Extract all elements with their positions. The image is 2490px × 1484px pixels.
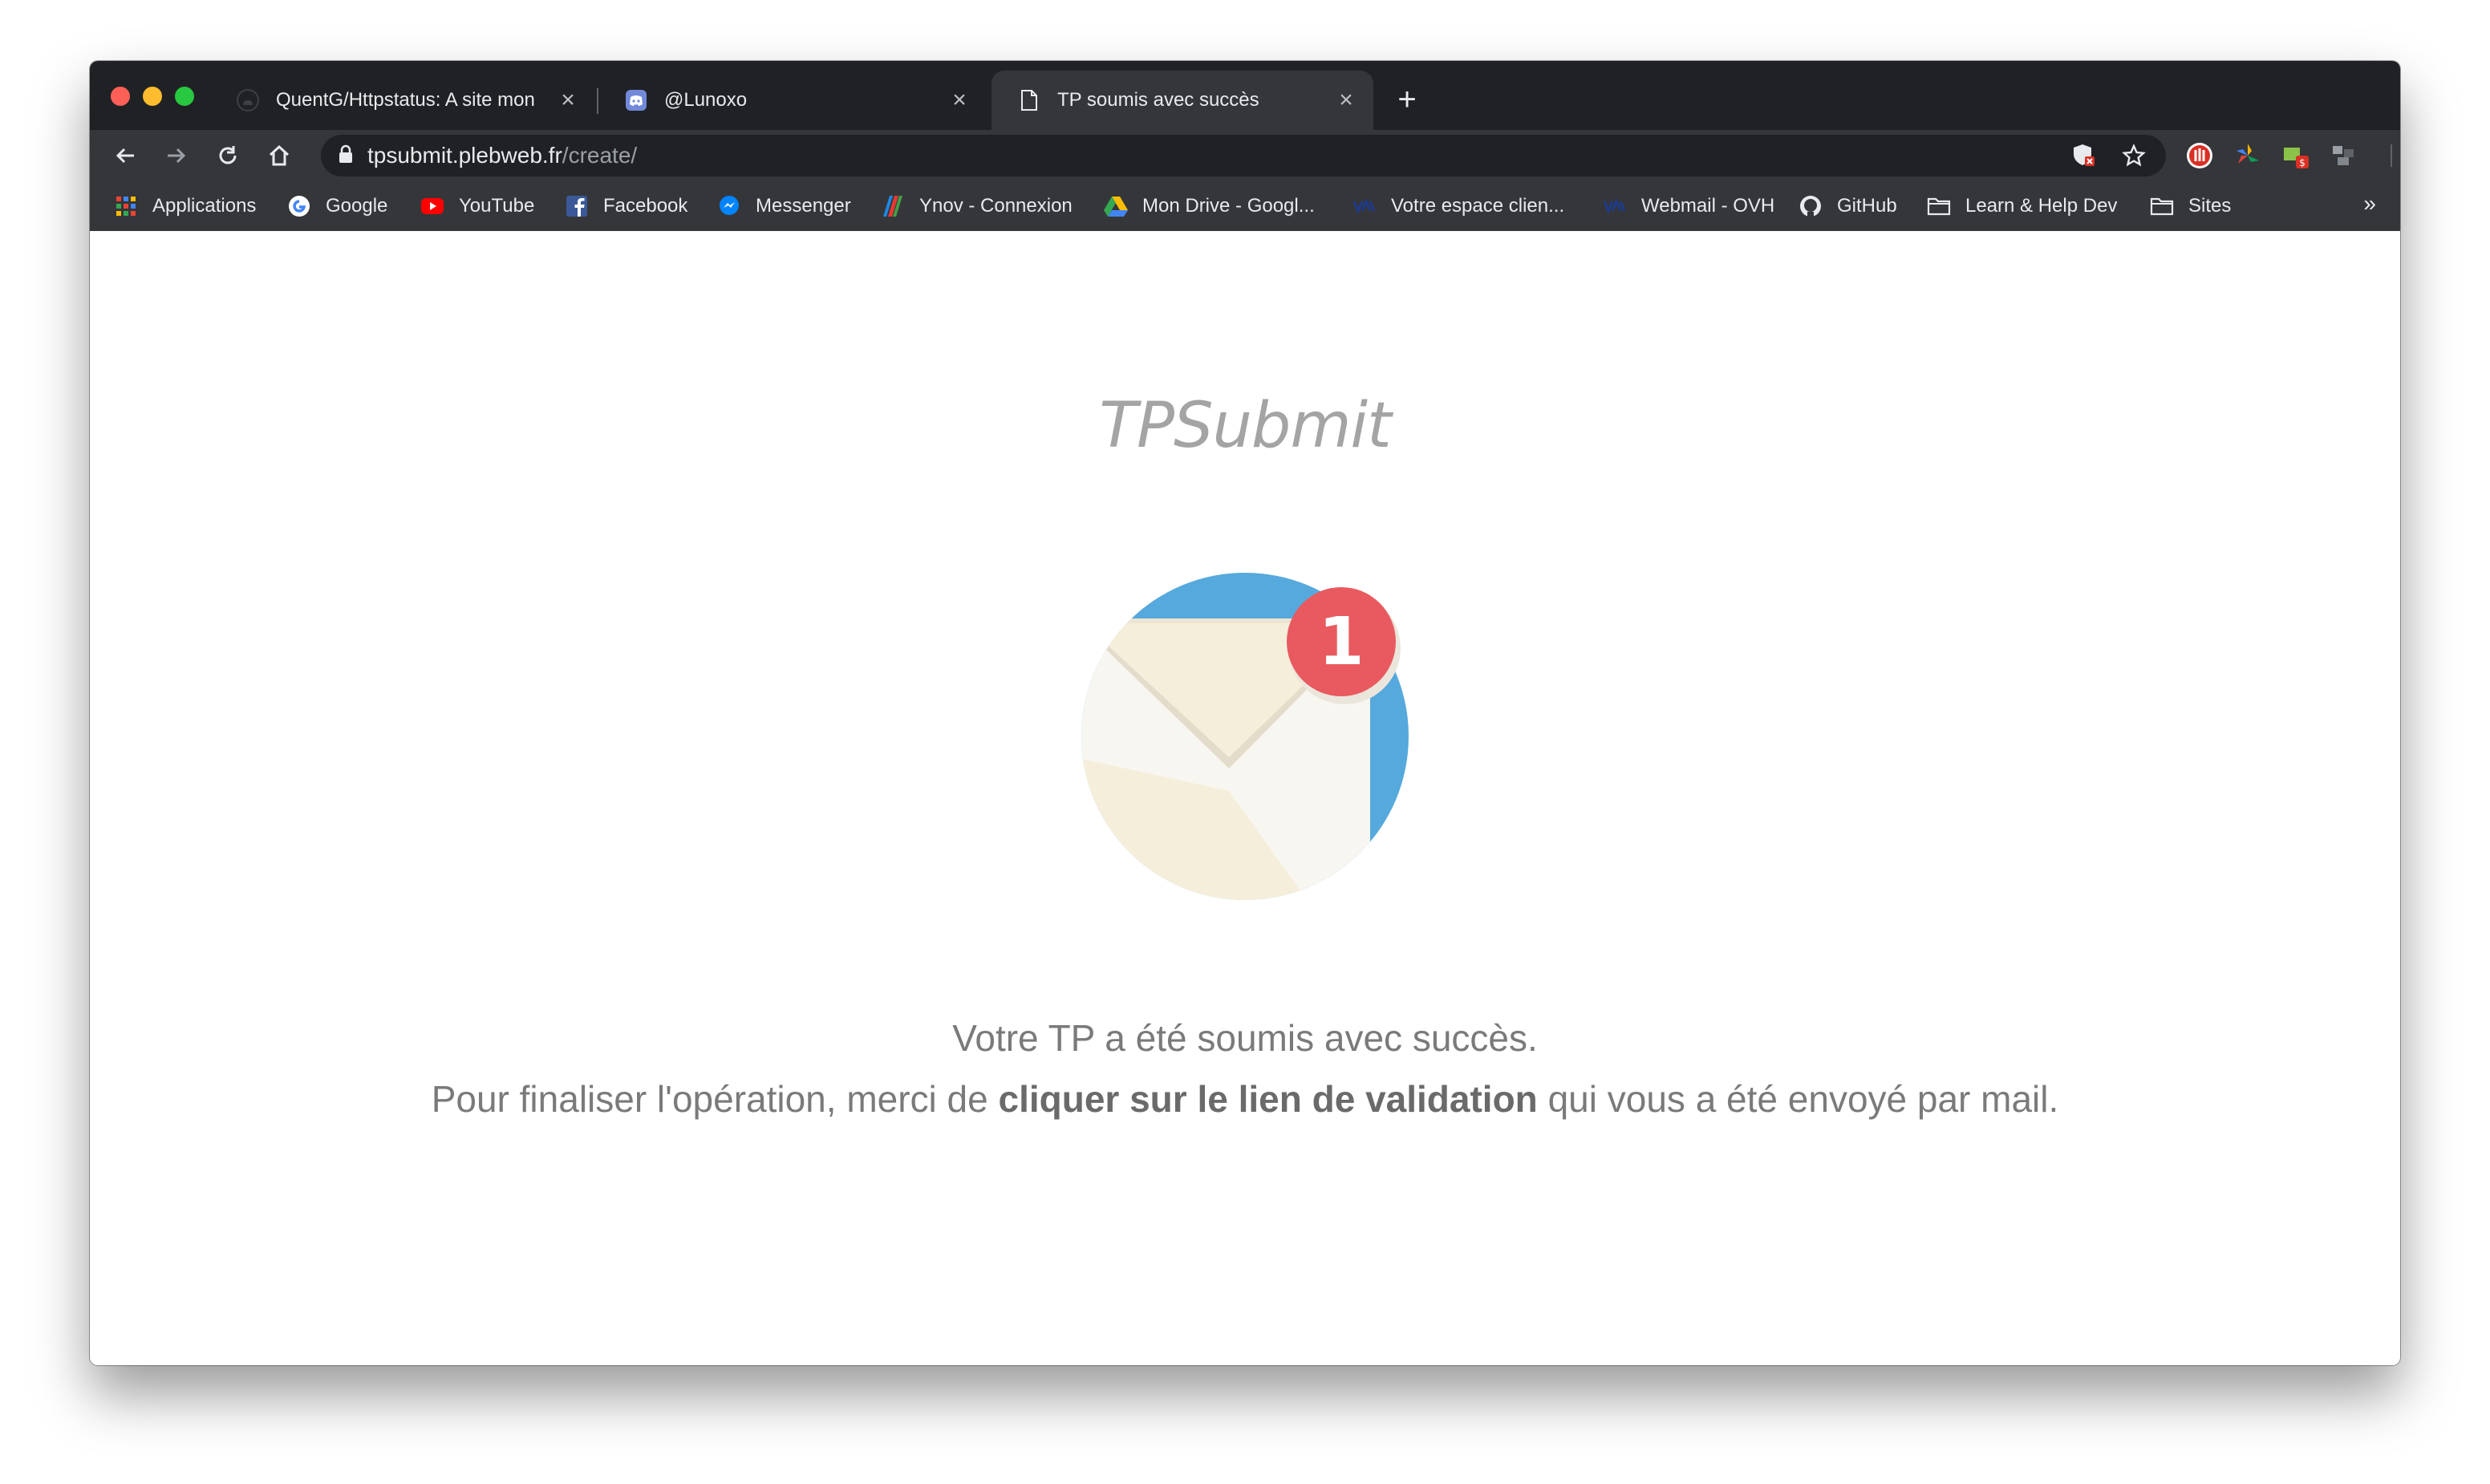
brand-title: TPSubmit	[1099, 390, 1391, 462]
bookmark-google[interactable]: Google	[287, 193, 387, 220]
bookmark-google-drive[interactable]: Mon Drive - Googl...	[1104, 193, 1315, 220]
url-host: tpsubmit.plebweb.fr	[367, 143, 562, 168]
extension-money-icon[interactable]: $	[2280, 140, 2312, 172]
bookmark-folder-sites[interactable]: Sites	[2150, 193, 2231, 220]
bookmark-applications[interactable]: Applications	[114, 193, 256, 220]
bookmark-folder-learn-help-dev[interactable]: Learn & Help Dev	[1927, 193, 2117, 220]
bookmarks-bar: Applications Google YouTube Facebook Mes…	[90, 181, 2400, 232]
bookmark-messenger[interactable]: Messenger	[717, 193, 851, 220]
close-tab-icon[interactable]: ×	[947, 87, 972, 113]
bookmark-label: Google	[326, 195, 388, 217]
reload-button[interactable]	[209, 136, 247, 175]
extension-grid-icon[interactable]	[2328, 140, 2360, 172]
window-minimize-button[interactable]	[143, 87, 162, 106]
google-icon	[287, 194, 311, 218]
notification-count: 1	[1318, 604, 1364, 680]
address-bar[interactable]: tpsubmit.plebweb.fr/create/	[321, 135, 2166, 176]
toolbar: tpsubmit.plebweb.fr/create/ $	[90, 130, 2400, 181]
envelope-illustration: 1	[1069, 558, 1421, 911]
tab-strip: QuentG/Httpstatus: A site mon × @Lunoxo …	[90, 61, 2400, 130]
tab-tp-soumis[interactable]: TP soumis avec succès ×	[992, 71, 1373, 130]
bookmark-github[interactable]: GitHub	[1799, 193, 1897, 220]
reload-icon	[219, 146, 237, 164]
apps-grid-icon	[114, 194, 138, 218]
extension-pinwheel-icon[interactable]	[2232, 140, 2264, 172]
google-drive-icon	[1104, 194, 1128, 218]
close-tab-icon[interactable]: ×	[1333, 87, 1359, 113]
window-maximize-button[interactable]	[175, 87, 194, 106]
bookmark-label: YouTube	[459, 195, 535, 217]
message-line-1: Votre TP a été soumis avec succès.	[952, 1017, 1538, 1059]
home-button[interactable]	[260, 136, 298, 175]
bookmark-label: Webmail - OVH	[1641, 195, 1775, 217]
bookmark-label: Messenger	[756, 195, 851, 217]
bookmark-youtube[interactable]: YouTube	[420, 193, 534, 220]
bookmark-label: Ynov - Connexion	[919, 195, 1073, 217]
message-line-2: Pour finaliser l'opération, merci de cli…	[90, 1068, 2400, 1129]
facebook-icon	[565, 194, 589, 218]
extension-adblock-icon[interactable]	[2184, 140, 2216, 172]
bookmark-label: Learn & Help Dev	[1965, 195, 2118, 217]
tab-title: QuentG/Httpstatus: A site mon	[276, 89, 535, 111]
folder-icon	[2150, 194, 2174, 218]
bookmark-label: Sites	[2188, 195, 2232, 217]
discord-icon	[624, 88, 648, 112]
document-icon	[1017, 88, 1041, 112]
tab-title: TP soumis avec succès	[1057, 89, 1259, 111]
message-text: Pour finaliser l'opération, merci de	[431, 1078, 999, 1120]
github-icon	[1799, 194, 1823, 218]
close-tab-icon[interactable]: ×	[555, 87, 581, 113]
bookmark-facebook[interactable]: Facebook	[565, 193, 687, 220]
ovh-icon	[1603, 194, 1627, 218]
tab-httpstatus[interactable]: QuentG/Httpstatus: A site mon ×	[210, 71, 595, 130]
toolbar-separator	[2391, 144, 2392, 167]
bookmarks-overflow-button[interactable]: »	[2363, 191, 2376, 217]
ovh-icon	[1352, 194, 1377, 218]
star-icon[interactable]	[2118, 141, 2150, 170]
tab-title: @Lunoxo	[664, 89, 748, 111]
page-content: TPSubmit 1 Votre TP a été soumis avec su…	[90, 231, 2400, 1365]
address-bar-actions	[2068, 141, 2150, 170]
messenger-icon	[717, 194, 741, 218]
url-path: /create/	[562, 143, 638, 168]
svg-text:$: $	[2299, 157, 2305, 168]
arrow-left-icon	[116, 148, 134, 164]
url-text: tpsubmit.plebweb.fr/create/	[367, 143, 637, 168]
back-button[interactable]	[106, 136, 144, 175]
bookmark-label: Applications	[152, 195, 257, 217]
bookmark-label: Facebook	[603, 195, 688, 217]
new-tab-button[interactable]: +	[1389, 82, 1425, 117]
forward-button[interactable]	[157, 136, 196, 175]
browser-window: QuentG/Httpstatus: A site mon × @Lunoxo …	[90, 61, 2400, 1365]
folder-icon	[1927, 194, 1951, 218]
bookmark-label: Mon Drive - Googl...	[1142, 195, 1315, 217]
lock-icon[interactable]	[339, 144, 353, 168]
bookmark-ynov[interactable]: Ynov - Connexion	[881, 193, 1073, 220]
success-message: Votre TP a été soumis avec succès. Pour …	[90, 1008, 2400, 1129]
bookmark-webmail-ovh[interactable]: Webmail - OVH	[1603, 193, 1774, 220]
bookmark-label: Votre espace clien...	[1391, 195, 1565, 217]
tab-lunoxo[interactable]: @Lunoxo ×	[598, 71, 987, 130]
shield-blocked-icon[interactable]	[2068, 141, 2100, 170]
arrow-right-icon	[168, 148, 186, 164]
window-close-button[interactable]	[111, 87, 130, 106]
message-emphasis: cliquer sur le lien de validation	[998, 1078, 1538, 1120]
ynov-icon	[881, 194, 905, 218]
bookmark-espace-client[interactable]: Votre espace clien...	[1352, 193, 1564, 220]
message-text: qui vous a été envoyé par mail.	[1537, 1078, 2059, 1120]
home-icon	[269, 144, 290, 166]
bookmark-label: GitHub	[1837, 195, 1897, 217]
youtube-icon	[420, 194, 444, 218]
github-icon	[236, 88, 260, 112]
envelope-notification-icon: 1	[1081, 573, 1409, 900]
